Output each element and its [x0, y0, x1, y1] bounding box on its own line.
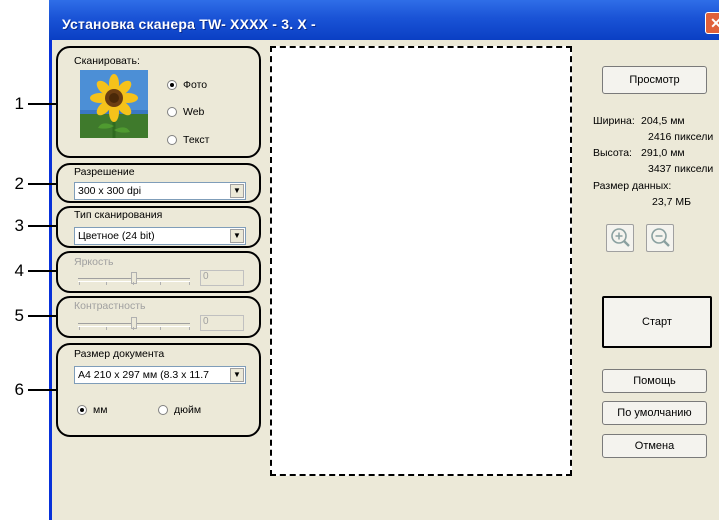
scan-mode-label: Сканировать: — [74, 55, 140, 67]
slider-tick — [79, 327, 80, 330]
brightness-label: Яркость — [74, 256, 114, 268]
resolution-value: 300 x 300 dpi — [78, 185, 142, 197]
unit-mm-radio[interactable] — [77, 405, 87, 415]
callout-6: 6 — [14, 380, 24, 399]
contrast-value: 0 — [200, 315, 244, 331]
scan-web-radio[interactable] — [167, 107, 177, 117]
unit-inch-label[interactable]: дюйм — [174, 404, 201, 416]
start-button[interactable]: Старт — [602, 296, 712, 348]
callout-5: 5 — [14, 306, 24, 325]
callout-3: 3 — [14, 216, 24, 235]
document-size-label: Размер документа — [74, 348, 165, 360]
callout-line-1 — [28, 103, 58, 105]
scan-type-label: Тип сканирования — [74, 209, 163, 221]
scan-text-radio[interactable] — [167, 135, 177, 145]
chevron-down-icon[interactable]: ▼ — [230, 368, 244, 382]
zoom-out-icon[interactable] — [646, 224, 674, 252]
chevron-down-icon[interactable]: ▼ — [230, 184, 244, 198]
close-button[interactable]: ✕ — [705, 12, 719, 34]
data-size-label: Размер данных: — [593, 180, 672, 192]
window-title: Установка сканера TW- XXXX - 3. X - — [62, 16, 316, 32]
width-mm: 204,5 мм — [641, 115, 685, 127]
slider-tick — [106, 282, 107, 285]
callout-line-5 — [28, 315, 58, 317]
contrast-label: Контрастность — [74, 300, 146, 312]
contrast-slider-thumb[interactable] — [131, 317, 137, 329]
resolution-select[interactable]: 300 x 300 dpi ▼ — [74, 182, 246, 200]
scan-web-label[interactable]: Web — [183, 106, 204, 118]
chevron-down-icon[interactable]: ▼ — [230, 229, 244, 243]
preview-button[interactable]: Просмотр — [602, 66, 707, 94]
brightness-slider-thumb[interactable] — [131, 272, 137, 284]
slider-tick — [133, 282, 134, 285]
brightness-value: 0 — [200, 270, 244, 286]
slider-tick — [189, 327, 190, 330]
scan-text-label[interactable]: Текст — [183, 134, 209, 146]
width-label: Ширина: — [593, 115, 635, 127]
width-px: 2416 пиксели — [648, 131, 714, 143]
height-px: 3437 пиксели — [648, 163, 714, 175]
slider-tick — [189, 282, 190, 285]
scan-photo-label[interactable]: Фото — [183, 79, 207, 91]
unit-inch-radio[interactable] — [158, 405, 168, 415]
callout-1: 1 — [14, 94, 24, 113]
height-label: Высота: — [593, 147, 632, 159]
unit-mm-label[interactable]: мм — [93, 404, 107, 416]
slider-tick — [160, 282, 161, 285]
slider-tick — [79, 282, 80, 285]
callout-2: 2 — [14, 174, 24, 193]
callout-line-3 — [28, 225, 58, 227]
scan-type-select[interactable]: Цветное (24 bit) ▼ — [74, 227, 246, 245]
help-button[interactable]: Помощь — [602, 369, 707, 393]
scan-photo-radio[interactable] — [167, 80, 177, 90]
cancel-button[interactable]: Отмена — [602, 434, 707, 458]
resolution-label: Разрешение — [74, 166, 135, 178]
document-size-select[interactable]: A4 210 x 297 мм (8.3 x 11.7 ▼ — [74, 366, 246, 384]
scan-type-value: Цветное (24 bit) — [78, 230, 155, 242]
slider-tick — [133, 327, 134, 330]
callout-line-2 — [28, 183, 58, 185]
slider-tick — [160, 327, 161, 330]
slider-tick — [106, 327, 107, 330]
callout-line-4 — [28, 270, 58, 272]
callout-line-6 — [28, 389, 58, 391]
preview-area[interactable] — [270, 46, 572, 476]
callout-4: 4 — [14, 261, 24, 280]
default-button[interactable]: По умолчанию — [602, 401, 707, 425]
data-size-value: 23,7 МБ — [652, 196, 691, 208]
zoom-in-icon[interactable] — [606, 224, 634, 252]
scan-photo-thumbnail — [80, 70, 148, 138]
height-mm: 291,0 мм — [641, 147, 685, 159]
document-size-value: A4 210 x 297 мм (8.3 x 11.7 — [78, 369, 209, 381]
